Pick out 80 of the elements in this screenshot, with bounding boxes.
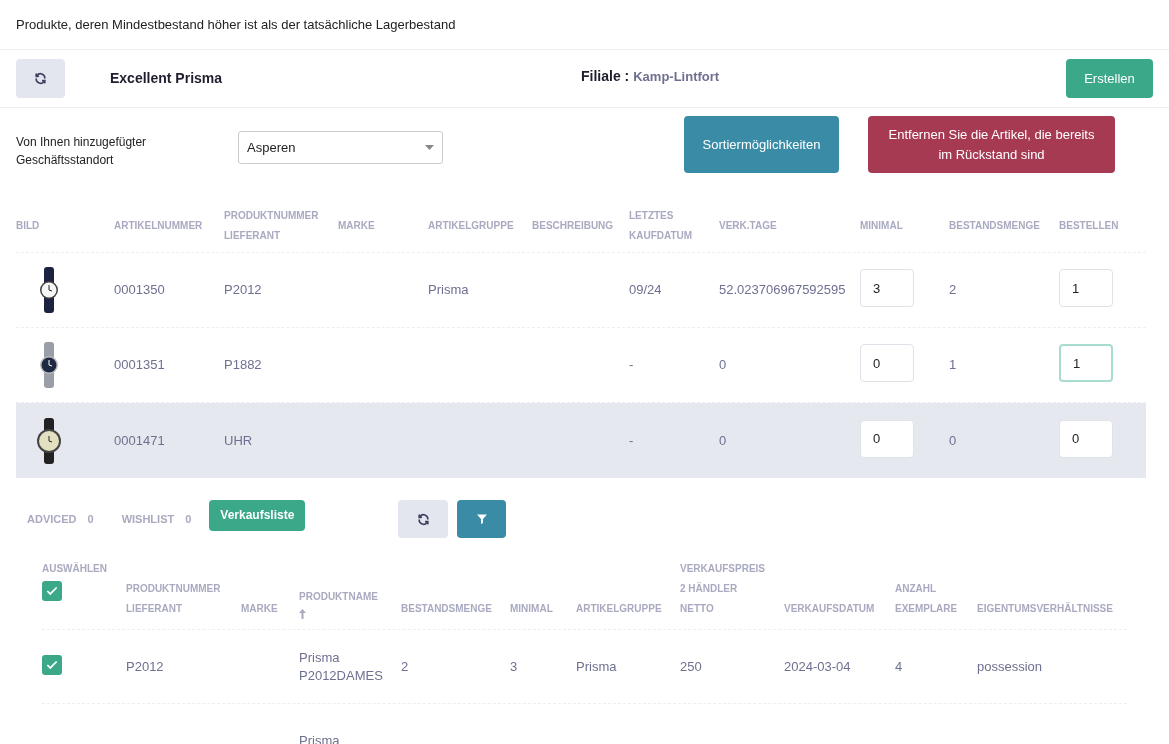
counter-value: 0 [87, 511, 94, 527]
column-header: BESTELLEN [1059, 219, 1120, 233]
location-label: Von Ihnen hinzugefügter Geschäftsstandort [16, 134, 148, 169]
column-header: VERKAUFSPREIS 2 HÄNDLER NETTO [680, 562, 766, 616]
checkbox[interactable] [42, 581, 62, 601]
column-header: LETZTES KAUFDATUM [629, 209, 694, 243]
column-header: VERKAUFSDATUM [784, 602, 876, 616]
table-cell-text: Prisma [576, 657, 618, 676]
highlighted-row[interactable]: 0001471 UHR - 0 0 0 0 [16, 403, 1146, 478]
watch-photo [38, 267, 60, 313]
table-cell-text: 250 [680, 657, 703, 676]
company-name: Excellent Prisma [110, 69, 224, 88]
refresh-button[interactable] [16, 59, 65, 98]
column-header: MARKE [338, 219, 376, 233]
table-cell-text: possession [977, 657, 1044, 676]
table-cell: 2 [949, 282, 957, 298]
table-cell-text: 4 [895, 657, 904, 676]
watch-photo [38, 342, 60, 388]
column-header: PRODUKTNAME [299, 590, 379, 604]
table-cell: Prisma [428, 282, 469, 298]
refresh-button[interactable] [398, 500, 449, 538]
table-cell-text: Prisma P2012DAMES [299, 648, 384, 685]
column-header: ARTIKELNUMMER [114, 219, 204, 233]
table-cell: 0 [719, 357, 727, 373]
table-cell: 09/24 [629, 282, 662, 298]
column-header: ANZAHL EXEMPLARE [895, 582, 959, 616]
counter-label: ADVICED [27, 511, 77, 527]
column-header: BILD [16, 219, 41, 233]
table-cell-text: 3 [510, 657, 519, 676]
sort-arrow-icon [299, 609, 306, 619]
table-cell: 0001471 [114, 432, 165, 448]
table-cell: - [629, 357, 634, 373]
column-header: VERK.TAGE [719, 219, 778, 233]
column-header: EIGENTUMSVERHÄLTNISSE [977, 601, 1114, 616]
checkmark-icon [45, 584, 59, 598]
branch-label: Filiale : [581, 67, 630, 86]
table-cell: - [629, 432, 634, 448]
number-field[interactable]: 1 [1059, 344, 1113, 382]
number-field[interactable]: 0 [1059, 419, 1113, 458]
refresh-icon [34, 72, 47, 85]
table-cell: 0001350 [114, 282, 165, 298]
column-header: ARTIKELGRUPPE [428, 219, 515, 233]
page-title: Produkte, deren Mindestbestand höher ist als der tatsächliche Lagerbestand [16, 15, 456, 34]
refresh-icon [416, 512, 430, 526]
table-cell-text: 2 [401, 657, 410, 676]
checkbox[interactable] [42, 655, 62, 676]
number-field[interactable]: 1 [1059, 269, 1113, 307]
column-header: AUSWÄHLEN [42, 561, 108, 576]
column-header: MINIMAL [510, 602, 554, 616]
table-cell: 52.023706967592595 [719, 282, 846, 298]
table-cell: 0 [949, 432, 957, 448]
table-cell: 1 [949, 357, 957, 373]
table-cell: 0001351 [114, 357, 165, 373]
column-header: MINIMAL [860, 219, 904, 233]
counter-value: 0 [185, 511, 192, 527]
column-header: BESTANDSMENGE [401, 602, 493, 616]
column-header: BESCHREIBUNG [532, 219, 615, 233]
branch-name: Kamp-Lintfort [633, 67, 720, 86]
column-header: BESTANDSMENGE [949, 219, 1041, 233]
table-cell-text: 2024-03-04 [784, 657, 852, 676]
column-header: PRODUKTNUMMER LIEFERANT [224, 209, 320, 243]
table-cell: 0 [719, 432, 727, 448]
number-field[interactable]: 0 [860, 419, 914, 458]
number-field[interactable]: 3 [860, 269, 914, 307]
sort-options-button[interactable]: Sortiermöglichkeiten [684, 116, 839, 173]
table-cell: P2012 [224, 282, 262, 298]
table-cell-text: Prisma [299, 731, 341, 744]
caret-icon [425, 145, 434, 150]
column-header: ARTIKELGRUPPE [576, 602, 663, 616]
table-cell: UHR [224, 432, 253, 448]
filter-button[interactable] [457, 500, 507, 538]
column-header: MARKE [241, 602, 279, 616]
remove-backorder-button[interactable]: Entfernen Sie die Artikel, die bereits im Rückstand sind [868, 116, 1115, 173]
table-cell: P1882 [224, 357, 262, 373]
location-select[interactable]: Asperen [238, 131, 443, 164]
column-header: PRODUKTNUMMER LIEFERANT [126, 582, 222, 616]
filter-icon [475, 513, 488, 525]
table-cell-text: P2012 [126, 657, 165, 676]
number-field[interactable]: 0 [860, 344, 914, 382]
counter-label: WISHLIST [121, 511, 175, 527]
